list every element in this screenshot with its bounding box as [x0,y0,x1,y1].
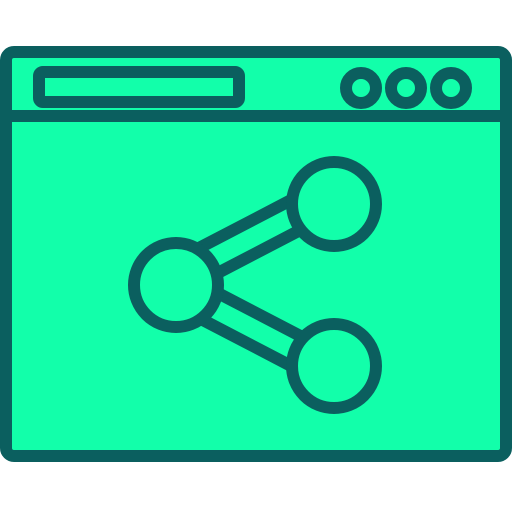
window-dot-2 [385,67,427,109]
share-node-left [128,237,224,333]
share-node-bottom [286,318,382,414]
icon-svg [0,46,512,462]
browser-share-icon [0,0,512,512]
share-node-top [286,156,382,252]
window-dot-3 [430,67,472,109]
window-dot-1 [340,67,382,109]
address-bar [33,66,245,108]
